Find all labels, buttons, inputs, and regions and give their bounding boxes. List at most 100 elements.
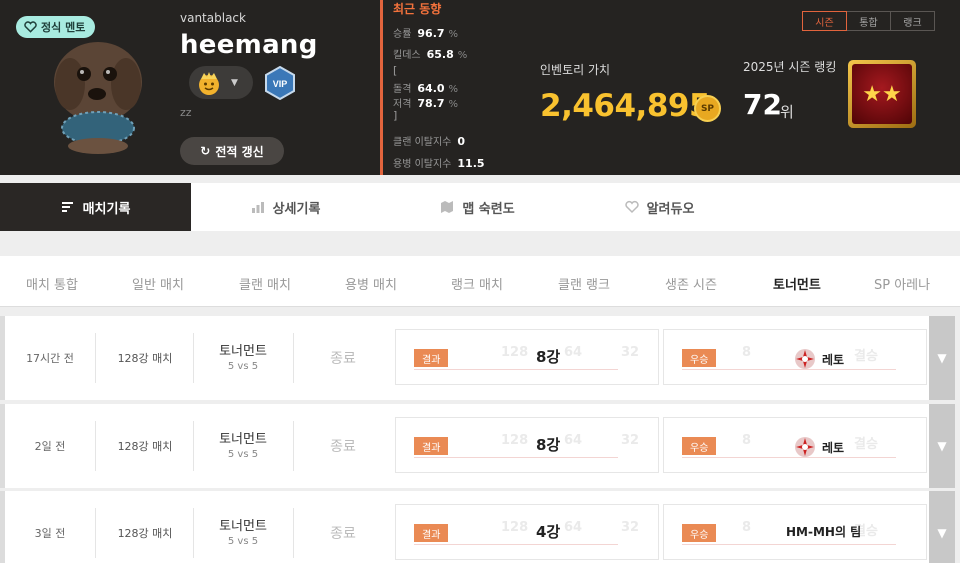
- bracket-line: [414, 544, 618, 545]
- chevron-down-icon: ▼: [937, 351, 947, 365]
- clan-leave-label: 클랜 이탈지수: [393, 137, 452, 148]
- assault-percent: %: [448, 84, 459, 95]
- winner-name: 레토: [822, 440, 845, 455]
- list-icon: [61, 202, 73, 212]
- bracket-num: 128: [501, 433, 529, 448]
- expand-button[interactable]: ▼: [929, 316, 955, 400]
- heart-icon: [24, 21, 37, 33]
- win-rate-label: 승률: [393, 29, 412, 40]
- vip-badge-text: VIP: [273, 79, 288, 89]
- match-row[interactable]: 3일 전 128강 매치 토너먼트 5 vs 5 종료 128 64 32 결과 …: [0, 491, 955, 563]
- match-row[interactable]: 2일 전 128강 매치 토너먼트 5 vs 5 종료 128 64 32 결과 …: [0, 404, 955, 488]
- match-mode-name: 토너먼트: [219, 432, 267, 447]
- avatar: [54, 42, 142, 154]
- tab-detail-label: 상세기록: [272, 201, 321, 217]
- subtab-rank[interactable]: 랭크 매치: [451, 274, 503, 293]
- subtab-sp-arena[interactable]: SP 아레나: [874, 274, 930, 293]
- main-nav: 매치기록 상세기록 맵 숙련도 알려듀오: [0, 183, 960, 231]
- expand-button[interactable]: ▼: [929, 491, 955, 563]
- toggle-rank[interactable]: 랭크: [890, 11, 935, 31]
- subtab-tournament[interactable]: 토너먼트: [773, 274, 821, 293]
- bracket-num: 8: [742, 520, 752, 535]
- subtab-survival[interactable]: 생존 시즌: [665, 274, 717, 293]
- bracket-num: 128: [501, 345, 529, 360]
- assault-value: 64.0: [417, 82, 445, 95]
- season-rank-value: 72: [743, 88, 782, 121]
- win-rate-percent: %: [448, 29, 459, 40]
- expand-button[interactable]: ▼: [929, 404, 955, 488]
- rank-dropdown[interactable]: ▼: [189, 66, 253, 99]
- map-icon: [441, 201, 454, 213]
- winner-box: 8 결승 우승 HM-MH의 팀: [663, 504, 927, 560]
- match-time: 3일 전: [34, 527, 66, 540]
- bar-chart-icon: [251, 202, 264, 213]
- subtab-clan[interactable]: 클랜 매치: [239, 274, 291, 293]
- bracket-num: 64: [564, 433, 583, 448]
- sniper-percent: %: [448, 99, 459, 110]
- star-icon: ★★: [852, 64, 912, 124]
- clan-emblem-icon: [795, 437, 815, 457]
- result-box: 128 64 32 결과 4강: [395, 504, 659, 560]
- tab-map[interactable]: 맵 숙련도: [380, 183, 575, 231]
- toggle-season[interactable]: 시즌: [802, 11, 847, 31]
- sniper-value: 78.7: [417, 97, 445, 110]
- winner-box: 8 결승 우승 레토: [663, 417, 927, 473]
- winner: 레토: [794, 348, 844, 370]
- trend-title: 최근 동향: [393, 2, 442, 16]
- result-tag: 결과: [414, 349, 449, 367]
- bracket-num: 128: [501, 520, 529, 535]
- result-box: 128 64 32 결과 8강: [395, 417, 659, 473]
- merc-leave-value: 11.5: [457, 157, 485, 170]
- season-toggle: 시즌 통합 랭크: [802, 11, 935, 31]
- subtab-clan-rank[interactable]: 클랜 랭크: [558, 274, 610, 293]
- bracket-line: [682, 457, 896, 458]
- tab-match-history-label: 매치기록: [82, 201, 131, 217]
- rank-emblem: ★★: [848, 60, 916, 128]
- subtab-merc[interactable]: 용병 매치: [345, 274, 397, 293]
- bracket-num: 8: [742, 433, 752, 448]
- nav-filler: [744, 183, 960, 231]
- win-rate-value: 96.7: [417, 27, 445, 40]
- profile-header: 정식 멘토 vantablack heemang ▼ VIP zz ↻ 전적 갱…: [0, 0, 960, 175]
- chevron-down-icon: ▼: [937, 526, 947, 540]
- clan-name[interactable]: vantablack: [180, 11, 246, 25]
- kd-percent: %: [457, 50, 468, 61]
- winner-tag: 우승: [682, 349, 717, 367]
- match-time: 2일 전: [34, 440, 66, 453]
- tab-map-label: 맵 숙련도: [462, 201, 515, 217]
- tab-duo[interactable]: 알려듀오: [575, 183, 744, 231]
- match-time: 17시간 전: [26, 352, 74, 365]
- divider: [380, 0, 383, 175]
- match-row[interactable]: 17시간 전 128강 매치 토너먼트 5 vs 5 종료 128 64 32 결…: [0, 316, 955, 400]
- match-status: 종료: [330, 351, 356, 367]
- refresh-button[interactable]: ↻ 전적 갱신: [180, 137, 284, 165]
- chevron-down-icon: ▼: [231, 77, 238, 88]
- bracket-num: 32: [621, 433, 640, 448]
- tab-duo-label: 알려듀오: [646, 201, 695, 217]
- match-mode: 토너먼트 5 vs 5: [193, 428, 293, 460]
- tab-detail[interactable]: 상세기록: [191, 183, 380, 231]
- assault-label: 돌격: [393, 84, 412, 95]
- season-rank-label: 2025년 시즌 랭킹: [743, 60, 837, 74]
- subtab-normal[interactable]: 일반 매치: [132, 274, 184, 293]
- bracket-num: 32: [621, 345, 640, 360]
- bracket-close: ]: [393, 109, 398, 122]
- tab-match-history[interactable]: 매치기록: [0, 183, 191, 231]
- winner-name: HM-MH의 팀: [786, 525, 862, 539]
- bracket-num: 64: [564, 520, 583, 535]
- toggle-total[interactable]: 통합: [846, 11, 891, 31]
- inventory-value: 2,464,895: [540, 88, 711, 124]
- rank-icon: [199, 71, 219, 95]
- bracket-line: [414, 369, 618, 370]
- subtab-all[interactable]: 매치 통합: [26, 274, 78, 293]
- result-value: 4강: [536, 523, 561, 541]
- refresh-label: 전적 갱신: [215, 144, 264, 159]
- match-mode: 토너먼트 5 vs 5: [193, 515, 293, 547]
- profile-intro: zz: [180, 106, 192, 119]
- win-rate: 승률 96.7%: [393, 25, 458, 40]
- refresh-icon: ↻: [200, 144, 211, 158]
- bracket-line: [682, 544, 896, 545]
- match-type-tabs: 매치 통합 일반 매치 클랜 매치 용병 매치 랭크 매치 클랜 랭크 생존 시…: [0, 256, 960, 307]
- match-mode-name: 토너먼트: [219, 344, 267, 359]
- sp-coin-icon: SP: [694, 95, 721, 122]
